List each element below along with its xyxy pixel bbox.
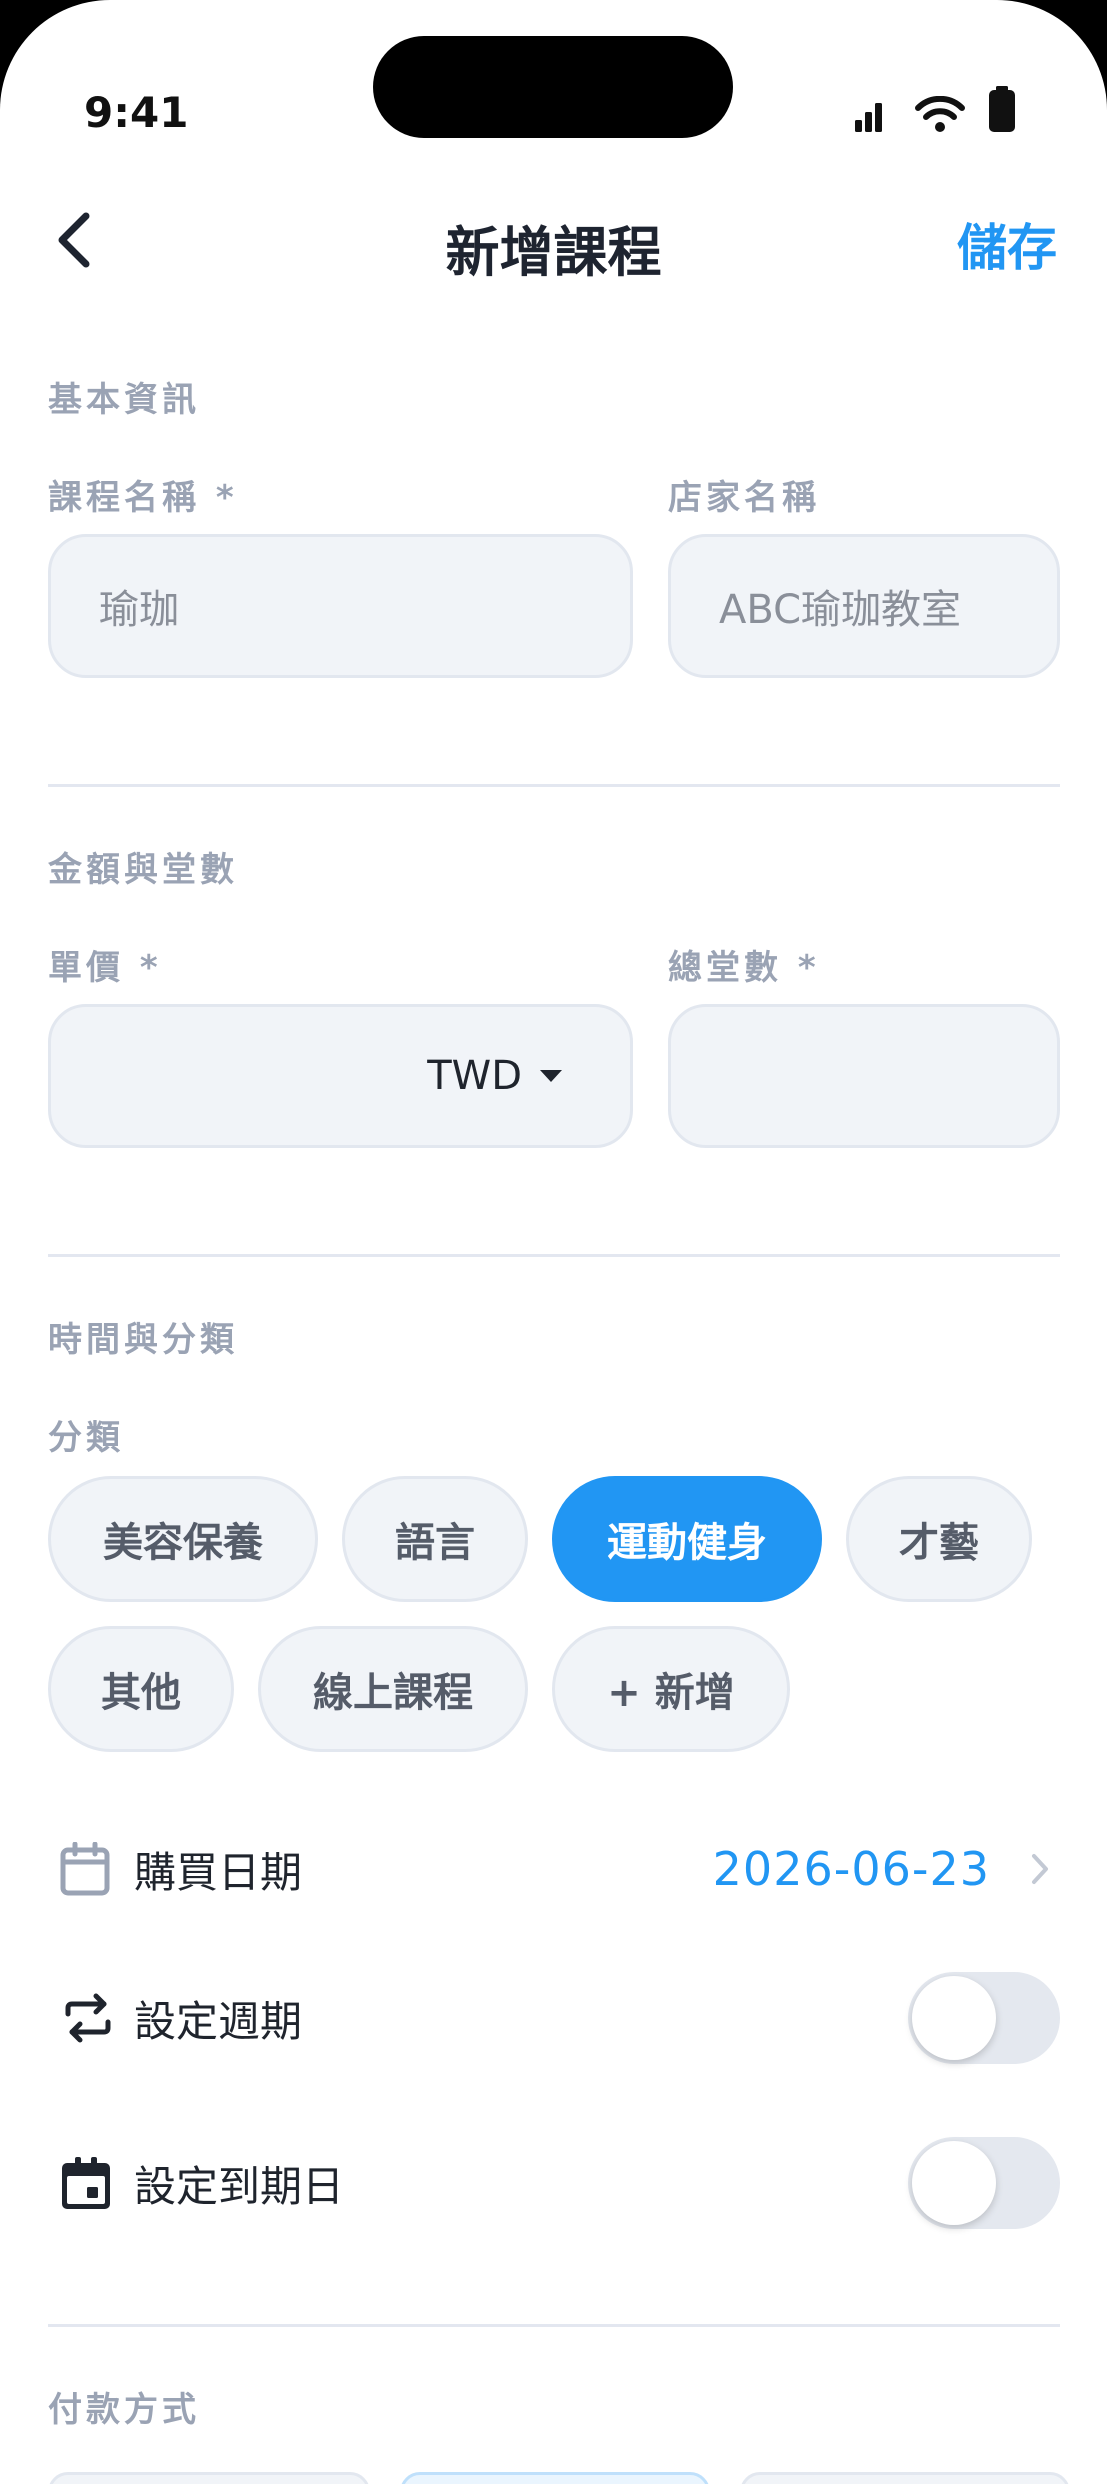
unit-price-input[interactable]: TWD xyxy=(48,1004,633,1148)
recurring-toggle[interactable] xyxy=(908,1972,1060,2064)
expiry-toggle[interactable] xyxy=(908,2137,1060,2229)
purchase-date-row[interactable]: 購買日期 2026-06-23 xyxy=(48,1814,1060,1924)
store-name-input[interactable]: ABC瑜珈教室 xyxy=(668,534,1060,678)
status-icons xyxy=(855,86,1015,132)
chevron-right-icon xyxy=(1020,1851,1060,1887)
add-category-button[interactable]: + 新增 xyxy=(552,1626,790,1752)
screen: 9:41 新增課程 儲存 基本資訊 課程名稱 * 店家名稱 瑜珈 ABC瑜珈教室 xyxy=(0,0,1107,2484)
divider xyxy=(48,784,1060,787)
calendar-event-icon xyxy=(48,2155,134,2211)
section-payment: 付款方式 xyxy=(48,2390,200,2430)
store-name-label: 店家名稱 xyxy=(668,478,820,518)
toggle-knob xyxy=(912,1976,996,2060)
category-chip-language[interactable]: 語言 xyxy=(342,1476,528,1602)
category-chip-other[interactable]: 其他 xyxy=(48,1626,234,1752)
total-sessions-input[interactable] xyxy=(668,1004,1060,1148)
section-amount: 金額與堂數 xyxy=(48,850,238,890)
purchase-date-value: 2026-06-23 xyxy=(712,1842,990,1896)
save-button[interactable]: 儲存 xyxy=(957,208,1057,280)
category-label: 分類 xyxy=(48,1418,124,1458)
course-name-input[interactable]: 瑜珈 xyxy=(48,534,633,678)
expiry-row: 設定到期日 xyxy=(48,2128,1060,2238)
course-name-placeholder: 瑜珈 xyxy=(99,587,179,633)
currency-label: TWD xyxy=(427,1053,522,1099)
caret-down-icon xyxy=(540,1070,562,1082)
toggle-knob xyxy=(912,2141,996,2225)
currency-select[interactable]: TWD xyxy=(427,1053,562,1099)
page-title: 新增課程 xyxy=(445,221,662,284)
store-name-placeholder: ABC瑜珈教室 xyxy=(719,587,962,633)
category-chip-arts[interactable]: 才藝 xyxy=(846,1476,1032,1602)
category-chip-fitness[interactable]: 運動健身 xyxy=(552,1476,822,1602)
status-time: 9:41 xyxy=(84,88,189,137)
calendar-icon xyxy=(48,1842,134,1896)
recurring-row: 設定週期 xyxy=(48,1963,1060,2073)
wifi-icon xyxy=(915,96,965,132)
battery-icon xyxy=(989,86,1015,132)
dynamic-island xyxy=(373,36,733,138)
repeat-icon xyxy=(48,1990,134,2046)
payment-chip[interactable] xyxy=(740,2472,1070,2484)
unit-price-label: 單價 * xyxy=(48,948,162,988)
expiry-label: 設定到期日 xyxy=(134,2161,345,2211)
section-time-category: 時間與分類 xyxy=(48,1320,238,1360)
cellular-signal-icon xyxy=(855,103,882,132)
payment-chip-selected[interactable] xyxy=(400,2472,710,2484)
purchase-date-label: 購買日期 xyxy=(134,1847,303,1897)
payment-chip[interactable] xyxy=(48,2472,370,2484)
course-name-label: 課程名稱 * xyxy=(48,478,238,518)
recurring-label: 設定週期 xyxy=(134,1996,303,2046)
divider xyxy=(48,2324,1060,2327)
divider xyxy=(48,1254,1060,1257)
section-basic-info: 基本資訊 xyxy=(48,380,200,420)
category-chip-online[interactable]: 線上課程 xyxy=(258,1626,528,1752)
category-chip-beauty[interactable]: 美容保養 xyxy=(48,1476,318,1602)
total-sessions-label: 總堂數 * xyxy=(668,948,820,988)
